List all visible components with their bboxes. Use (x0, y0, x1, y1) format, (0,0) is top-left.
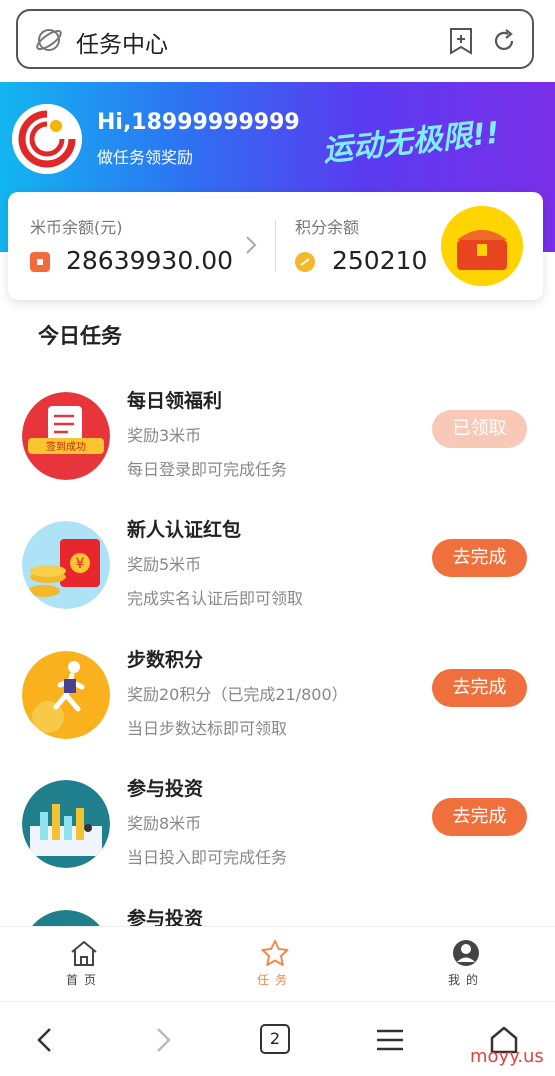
tab-label: 首页 (65, 973, 102, 987)
go-complete-button[interactable]: 去完成 (432, 539, 527, 577)
task-description: 当日投入即可完成任务 (127, 848, 288, 867)
task-item: 签到成功 每日领福利 奖励3米币 每日登录即可完成任务 已领取 (0, 390, 555, 522)
points-balance-value: 250210 (332, 246, 428, 275)
task-reward: 奖励3米币 (127, 426, 202, 445)
slogan-text: 运动无极限!! (321, 116, 501, 169)
rice-balance-label: 米币余额(元) (30, 218, 123, 237)
svg-text:¥: ¥ (76, 556, 85, 572)
bottom-tab-bar: 首页 任务 我的 (0, 926, 555, 1001)
app-logo-icon (12, 104, 82, 174)
back-icon[interactable] (30, 1024, 62, 1056)
task-reward: 奖励5米币 (127, 555, 202, 574)
task-name: 新人认证红包 (127, 519, 242, 541)
tab-mine[interactable]: 我的 (436, 939, 496, 988)
tab-label: 我的 (447, 973, 484, 987)
page-title: 任务中心 (76, 32, 168, 58)
bookmark-add-icon[interactable] (448, 27, 474, 55)
tab-tasks[interactable]: 任务 (245, 939, 305, 988)
header-subtitle: 做任务领奖励 (97, 148, 194, 167)
points-coin-icon (295, 252, 315, 272)
red-envelope-icon: ¥ (22, 521, 110, 609)
checkin-badge-text: 签到成功 (46, 440, 86, 453)
planet-icon (36, 29, 62, 51)
watermark: moyy.us (470, 1046, 544, 1067)
task-item: 参与投资 奖励8米币 当日投入即可完成任务 去完成 (0, 778, 555, 910)
task-reward: 奖励8米币 (127, 814, 202, 833)
task-name: 参与投资 (127, 778, 204, 800)
claimed-button[interactable]: 已领取 (432, 410, 527, 448)
refresh-icon[interactable] (490, 27, 518, 55)
forward-icon[interactable] (146, 1024, 178, 1056)
points-balance-label: 积分余额 (295, 218, 360, 237)
go-complete-button[interactable]: 去完成 (432, 798, 527, 836)
star-icon (261, 940, 289, 966)
go-complete-button[interactable]: 去完成 (432, 669, 527, 707)
task-description: 完成实名认证后即可领取 (127, 589, 304, 608)
wallet-icon (30, 252, 50, 272)
tab-home[interactable]: 首页 (54, 939, 114, 988)
task-name: 步数积分 (127, 649, 204, 671)
task-reward: 奖励20积分（已完成21/800） (127, 685, 348, 704)
rice-balance-value: 28639930.00 (66, 246, 234, 275)
task-item: ¥ 新人认证红包 奖励5米币 完成实名认证后即可领取 去完成 (0, 519, 555, 651)
treasure-chest-icon[interactable] (441, 206, 523, 286)
task-description: 当日步数达标即可领取 (127, 719, 288, 738)
investment-icon (22, 780, 110, 868)
task-description: 每日登录即可完成任务 (127, 460, 288, 479)
user-icon (453, 940, 479, 966)
browser-address-bar-container: 任务中心 (0, 0, 555, 82)
runner-icon (22, 651, 110, 739)
checkin-icon: 签到成功 (22, 392, 110, 480)
address-bar[interactable]: 任务中心 (16, 9, 534, 69)
today-tasks-title: 今日任务 (38, 324, 122, 348)
chevron-right-icon[interactable] (244, 234, 258, 256)
user-greeting: Hi,18999999999 (97, 110, 300, 135)
card-divider (275, 220, 276, 272)
balance-card: 米币余额(元) 28639930.00 积分余额 250210 (8, 192, 543, 300)
tabs-count-button[interactable]: 2 (260, 1024, 290, 1054)
task-name: 每日领福利 (127, 390, 223, 412)
home-icon (71, 940, 97, 966)
slogan-banner: 运动无极限!! (321, 116, 501, 169)
tab-label: 任务 (256, 973, 293, 987)
task-item: 步数积分 奖励20积分（已完成21/800） 当日步数达标即可领取 去完成 (0, 649, 555, 781)
menu-icon[interactable] (374, 1024, 406, 1056)
